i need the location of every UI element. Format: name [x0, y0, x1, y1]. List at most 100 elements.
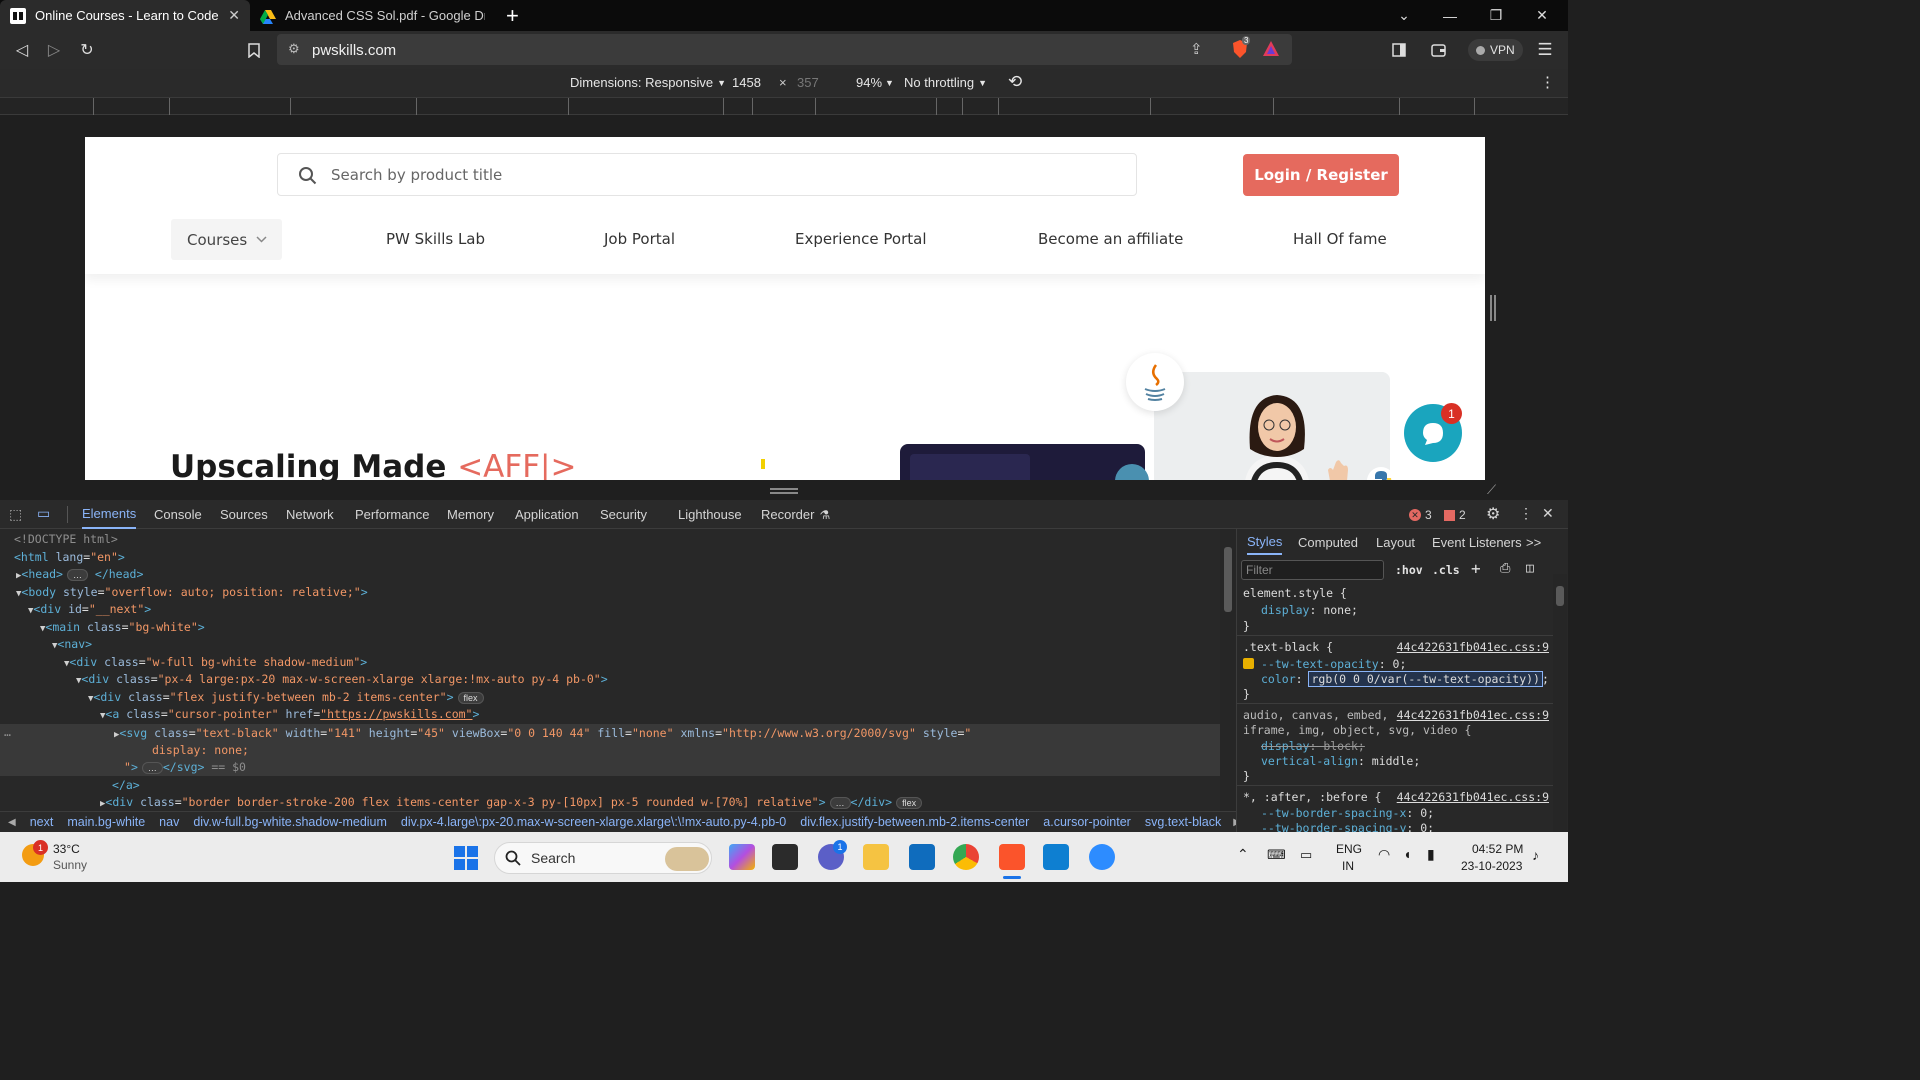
tab-lighthouse[interactable]: Lighthouse: [678, 500, 742, 529]
inspect-element-icon[interactable]: ⬚: [9, 506, 22, 523]
devtools-more-icon[interactable]: ⋮: [1519, 505, 1533, 522]
cls-toggle[interactable]: .cls: [1432, 563, 1460, 577]
nav-become-affiliate[interactable]: Become an affiliate: [1038, 230, 1183, 248]
dom-selected-node[interactable]: … ▶<svg class="text-black" width="141" h…: [0, 724, 1220, 776]
breadcrumb-item[interactable]: next: [30, 815, 54, 829]
keyboard-icon[interactable]: ⌨: [1267, 847, 1286, 863]
clock-time[interactable]: 04:52 PM: [1472, 842, 1523, 856]
rule-text-black[interactable]: .text-black {: [1243, 640, 1333, 654]
vpn-button[interactable]: VPN: [1468, 39, 1523, 61]
issue-counter[interactable]: 2: [1444, 508, 1466, 522]
corner-resize-icon[interactable]: ⟋: [1487, 482, 1496, 498]
breadcrumb-item[interactable]: svg.text-black: [1145, 815, 1221, 829]
add-rule-icon[interactable]: +: [1471, 559, 1481, 578]
outlook-icon[interactable]: [909, 844, 935, 870]
toggle-sidebar-icon[interactable]: ◫: [1526, 561, 1534, 576]
media-query-ruler[interactable]: [0, 97, 1568, 116]
decl-border-spacing-x[interactable]: --tw-border-spacing-x: 0;: [1261, 806, 1434, 820]
devtools-close-icon[interactable]: ✕: [1542, 505, 1554, 522]
viewport-resize-handle[interactable]: [1490, 295, 1496, 321]
breadcrumb-item[interactable]: div.w-full.bg-white.shadow-medium: [193, 815, 387, 829]
dom-line-html[interactable]: <html lang="en">: [14, 549, 125, 566]
hov-toggle[interactable]: :hov: [1395, 563, 1423, 577]
chrome-icon[interactable]: [953, 844, 979, 870]
weather-temp[interactable]: 33°C: [53, 842, 80, 856]
minimize-icon[interactable]: —: [1427, 0, 1473, 31]
site-search-box[interactable]: Search by product title: [277, 153, 1137, 196]
more-options-icon[interactable]: ⋮: [1540, 73, 1555, 91]
site-info-icon[interactable]: ⚙: [288, 41, 300, 57]
styles-scrollbar[interactable]: [1553, 574, 1567, 832]
volume-icon[interactable]: ◖: [1403, 846, 1411, 862]
dom-line-flex[interactable]: ▼<div class="flex justify-between mb-2 i…: [88, 689, 484, 706]
rule-ua-media[interactable]: audio, canvas, embed,: [1243, 708, 1388, 722]
tab-elements[interactable]: Elements: [82, 500, 137, 529]
error-counter[interactable]: ✕ 3: [1409, 508, 1432, 522]
decl-color[interactable]: color: rgb(0 0 0/var(--tw-text-opacity))…: [1261, 671, 1549, 687]
breadcrumb-item[interactable]: div.px-4.large\:px-20.max-w-screen-xlarg…: [401, 815, 786, 829]
viewport-width-input[interactable]: 1458: [732, 75, 761, 90]
nav-pw-skills-lab[interactable]: PW Skills Lab: [386, 230, 485, 248]
share-icon[interactable]: ⇪: [1190, 40, 1203, 58]
styles-filter-input[interactable]: Filter: [1241, 560, 1384, 580]
decl-display-block[interactable]: display: block;: [1261, 739, 1365, 753]
tab-console[interactable]: Console: [154, 500, 202, 529]
weather-desc[interactable]: Sunny: [53, 858, 87, 872]
tab-performance[interactable]: Performance: [355, 500, 429, 529]
new-tab-button[interactable]: +: [506, 3, 519, 29]
css-source-link[interactable]: 44c422631fb041ec.css:9: [1397, 790, 1549, 804]
display-icon[interactable]: ▭: [1300, 847, 1312, 863]
tab-application[interactable]: Application: [515, 500, 579, 529]
breadcrumb-item[interactable]: main.bg-white: [67, 815, 145, 829]
dom-line-container[interactable]: ▼<div class="px-4 large:px-20 max-w-scre…: [76, 671, 608, 688]
dom-line-next-div[interactable]: ▼<div id="__next">: [28, 601, 151, 618]
dimensions-dropdown[interactable]: Dimensions: Responsive ▼: [570, 75, 726, 90]
close-window-icon[interactable]: ✕: [1519, 0, 1565, 31]
checkbox-icon[interactable]: [1243, 658, 1254, 669]
breadcrumb-item[interactable]: nav: [159, 815, 179, 829]
brave-icon[interactable]: [999, 844, 1025, 870]
tray-chevron-icon[interactable]: ⌃: [1237, 846, 1249, 863]
courses-dropdown[interactable]: Courses: [171, 219, 282, 260]
dom-line-search-div[interactable]: ▶<div class="border border-stroke-200 fl…: [100, 794, 923, 811]
forward-icon[interactable]: ▷: [41, 37, 67, 63]
tab-close-icon[interactable]: ✕: [228, 7, 240, 24]
dom-ellipsis-icon[interactable]: …: [4, 724, 11, 741]
back-icon[interactable]: ◁: [9, 37, 35, 63]
breadcrumb-scroll-right-icon[interactable]: ▶: [1233, 817, 1236, 828]
dom-line-body[interactable]: ▼<body style="overflow: auto; position: …: [16, 584, 368, 601]
throttling-dropdown[interactable]: No throttling ▼: [904, 75, 987, 90]
styles-more-tabs-icon[interactable]: >>: [1526, 529, 1541, 555]
zoom-icon[interactable]: [1089, 844, 1115, 870]
wallet-icon[interactable]: [1425, 37, 1451, 63]
devtools-resize-strip[interactable]: ⟋: [0, 480, 1568, 500]
dom-line-doctype[interactable]: <!DOCTYPE html>: [14, 531, 118, 548]
decl-vertical-align[interactable]: vertical-align: middle;: [1261, 754, 1420, 768]
tab-recorder[interactable]: Recorder ⚗: [761, 500, 830, 529]
paint-brush-icon[interactable]: ⎙: [1500, 561, 1510, 576]
tab-memory[interactable]: Memory: [447, 500, 494, 529]
windows-start-icon[interactable]: [454, 846, 478, 870]
tab-search-chevron-icon[interactable]: ⌄: [1381, 0, 1427, 31]
breadcrumb-item[interactable]: a.cursor-pointer: [1043, 815, 1131, 829]
reload-icon[interactable]: ↻: [74, 37, 100, 63]
vscode-icon[interactable]: [1043, 844, 1069, 870]
dom-scrollbar[interactable]: [1220, 529, 1236, 811]
breadcrumb-item[interactable]: div.flex.justify-between.mb-2.items-cent…: [800, 815, 1029, 829]
login-register-button[interactable]: Login / Register: [1243, 154, 1399, 196]
tab-network[interactable]: Network: [286, 500, 334, 529]
clock-date[interactable]: 23-10-2023: [1461, 859, 1522, 873]
notification-bell-icon[interactable]: ♪: [1532, 847, 1539, 863]
tab-google-drive[interactable]: Advanced CSS Sol.pdf - Google Drive: [250, 0, 495, 31]
copilot-icon[interactable]: [729, 844, 755, 870]
dom-line-wrapper[interactable]: ▼<div class="w-full bg-white shadow-medi…: [64, 654, 367, 671]
dom-line-main[interactable]: ▼<main class="bg-white">: [40, 619, 205, 636]
tab-styles[interactable]: Styles: [1247, 529, 1283, 555]
address-bar[interactable]: ⚙ pwskills.com ⇪ 3: [277, 34, 1292, 65]
nav-experience-portal[interactable]: Experience Portal: [795, 230, 927, 248]
lang-line2[interactable]: IN: [1342, 859, 1354, 873]
tab-security[interactable]: Security: [600, 500, 647, 529]
settings-gear-icon[interactable]: ⚙: [1486, 504, 1500, 524]
menu-icon[interactable]: ☰: [1532, 37, 1558, 63]
rule-element-style[interactable]: element.style {: [1243, 586, 1347, 600]
